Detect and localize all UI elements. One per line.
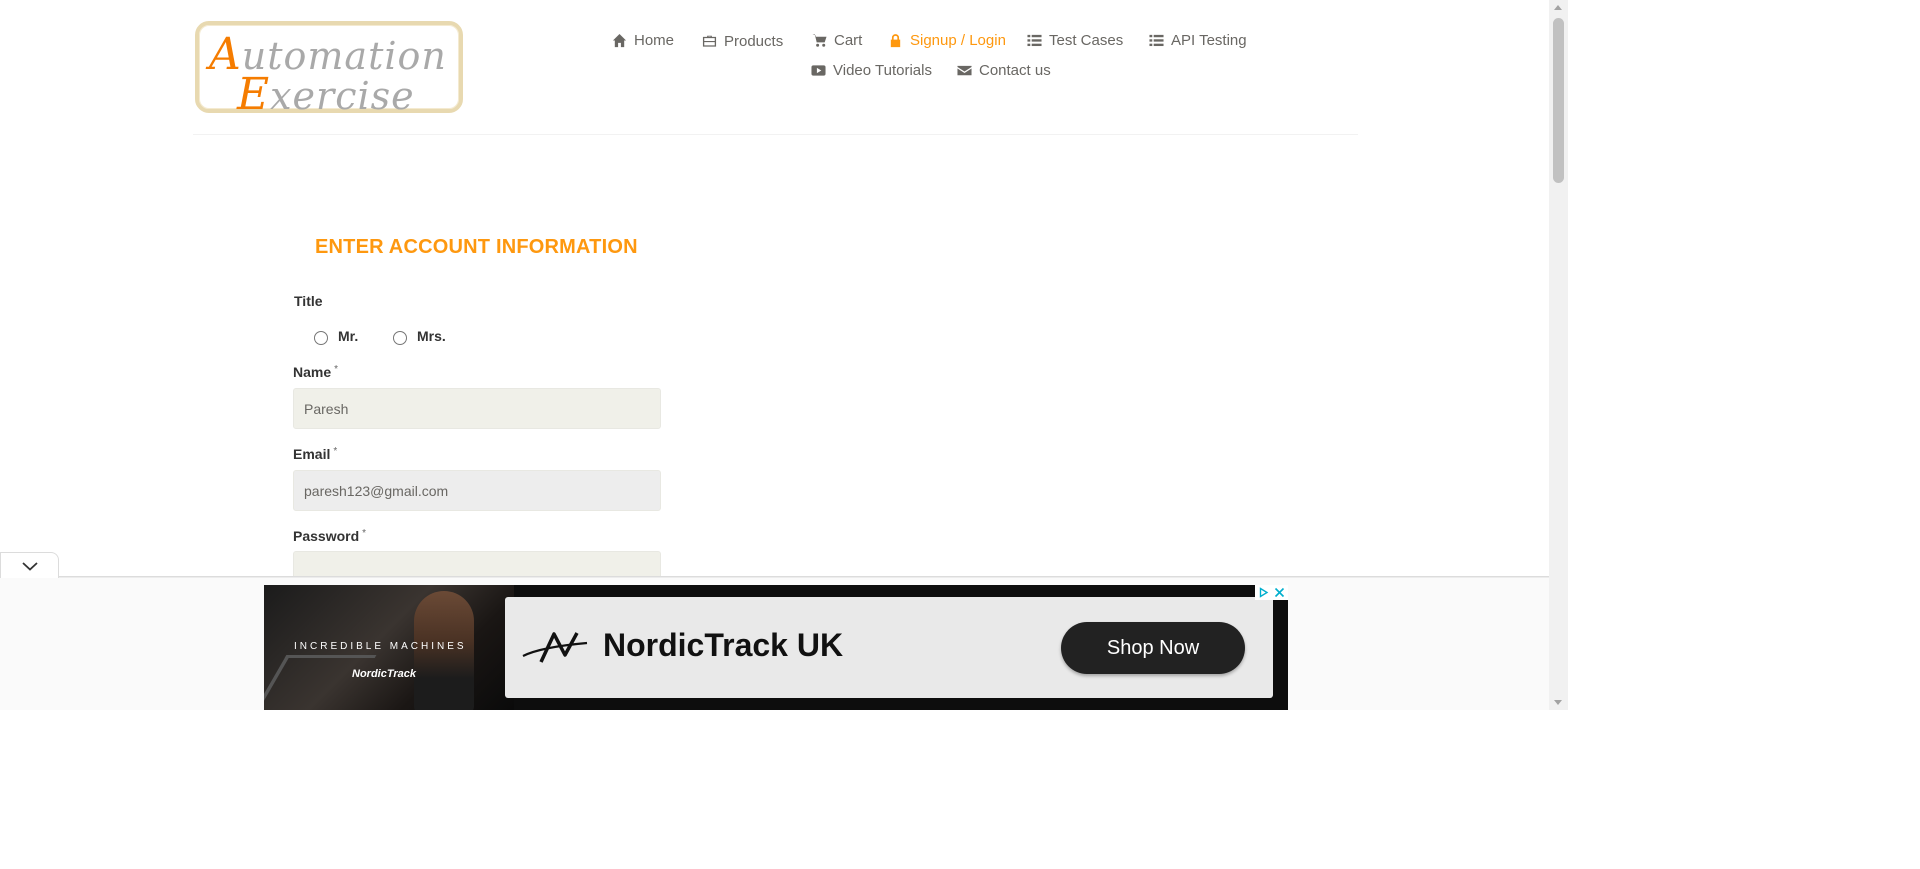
- email-input[interactable]: [293, 470, 661, 511]
- nav-api-testing[interactable]: API Testing: [1149, 32, 1247, 49]
- scroll-down-icon[interactable]: [1554, 700, 1562, 705]
- ad-card[interactable]: NordicTrack UK Shop Now: [505, 597, 1273, 698]
- page: Automation Exercise Home Products Cart S…: [0, 0, 1568, 710]
- ad-banner[interactable]: INCREDIBLE MACHINES NordicTrack NordicTr…: [264, 585, 1288, 710]
- youtube-icon: [811, 65, 826, 76]
- nav-cart[interactable]: Cart: [812, 32, 862, 49]
- list-icon: [1027, 34, 1042, 47]
- lock-icon: [890, 34, 901, 48]
- site-logo[interactable]: Automation Exercise: [195, 21, 463, 120]
- chevron-down-icon: [21, 561, 38, 571]
- close-icon[interactable]: [1274, 587, 1285, 598]
- nav-contact-us[interactable]: Contact us: [957, 62, 1051, 79]
- ad-divider: [0, 576, 1549, 577]
- nav-contact-us-label: Contact us: [979, 62, 1051, 79]
- nordictrack-logo-icon: [522, 632, 588, 663]
- nav-api-testing-label: API Testing: [1171, 32, 1247, 49]
- title-label: Title: [294, 293, 323, 309]
- title-mrs-radio[interactable]: [393, 331, 407, 345]
- nav-cart-label: Cart: [834, 32, 863, 49]
- nav-products[interactable]: Products: [702, 33, 783, 50]
- scroll-thumb[interactable]: [1553, 18, 1564, 183]
- ad-collapse-button[interactable]: [0, 552, 59, 578]
- header-divider: [193, 134, 1358, 135]
- home-icon: [612, 33, 627, 48]
- required-mark: *: [333, 446, 338, 457]
- title-mrs-label[interactable]: Mrs.: [417, 328, 446, 344]
- scroll-up-icon[interactable]: [1554, 5, 1562, 10]
- ad-small-brand: NordicTrack: [352, 668, 416, 680]
- nav-signup-login[interactable]: Signup / Login: [888, 32, 1006, 49]
- ad-brand-name: NordicTrack UK: [603, 627, 844, 663]
- list-icon: [1149, 34, 1164, 47]
- required-mark: *: [362, 528, 367, 539]
- title-mr-radio[interactable]: [314, 331, 328, 345]
- nav-test-cases-label: Test Cases: [1049, 32, 1124, 49]
- nav-signup-login-label: Signup / Login: [910, 32, 1006, 49]
- email-label: Email *: [293, 446, 338, 462]
- nav-video-tutorials-label: Video Tutorials: [833, 62, 932, 79]
- nav-home[interactable]: Home: [612, 32, 674, 49]
- shop-now-button[interactable]: Shop Now: [1061, 622, 1245, 674]
- title-mr-label[interactable]: Mr.: [338, 328, 358, 344]
- name-input[interactable]: [293, 388, 661, 429]
- ad-info-icon[interactable]: [1258, 587, 1269, 598]
- ad-tagline: INCREDIBLE MACHINES: [294, 641, 467, 652]
- form-title: ENTER ACCOUNT INFORMATION: [315, 236, 638, 258]
- password-label: Password *: [293, 528, 367, 544]
- envelope-icon: [957, 65, 972, 76]
- logo-line-2: Exercise: [237, 69, 415, 120]
- required-mark: *: [334, 364, 339, 375]
- nav-test-cases[interactable]: Test Cases: [1027, 32, 1123, 49]
- nav-products-label: Products: [724, 33, 784, 50]
- cart-icon: [812, 34, 827, 47]
- briefcase-icon: [702, 35, 717, 47]
- name-label: Name *: [293, 364, 339, 380]
- nav-video-tutorials[interactable]: Video Tutorials: [811, 62, 932, 79]
- ad-choices[interactable]: [1255, 585, 1288, 600]
- treadmill-graphic: [264, 655, 377, 705]
- ad-image: INCREDIBLE MACHINES NordicTrack: [264, 585, 514, 710]
- nav-home-label: Home: [634, 32, 675, 49]
- page-scrollbar[interactable]: [1549, 0, 1568, 710]
